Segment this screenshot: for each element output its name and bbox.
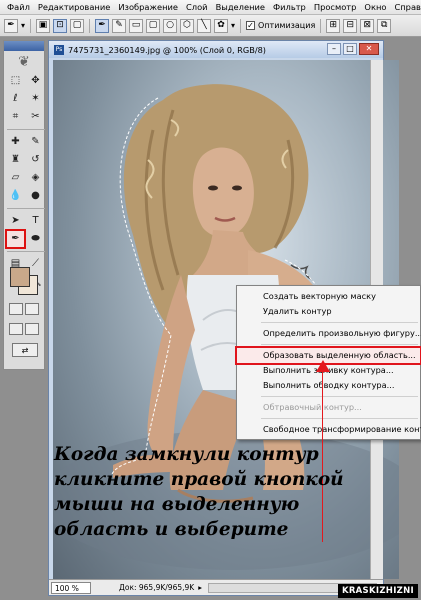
line-icon[interactable]: ╲: [197, 18, 212, 33]
divider: [30, 18, 32, 33]
menu-item-delete-path[interactable]: Удалить контур: [237, 304, 420, 319]
menu-window[interactable]: Окно: [360, 2, 390, 12]
status-bar: 100 % Док: 965,9K/965,9K ▸: [49, 579, 383, 595]
clone-stamp-tool-icon[interactable]: ♜: [7, 152, 24, 168]
tutorial-caption: Когда замкнули контур кликните правой кн…: [54, 444, 344, 540]
divider: [7, 208, 45, 209]
menu-item-stroke-path[interactable]: Выполнить обводку контура...: [237, 378, 420, 393]
window-controls: – □ ✕: [327, 43, 379, 55]
menu-item-clipping-path: Обтравочный контур...: [263, 402, 362, 412]
photoshop-doc-icon: Ps: [54, 44, 64, 55]
feather-logo-icon: ❦: [18, 54, 30, 70]
zoom-field[interactable]: 100 %: [51, 581, 91, 594]
add-to-path-icon[interactable]: ⊞: [326, 18, 341, 33]
maximize-icon[interactable]: □: [343, 43, 357, 55]
close-icon[interactable]: ✕: [359, 43, 379, 55]
ellipse-icon[interactable]: ○: [163, 18, 178, 33]
menu-image[interactable]: Изображение: [114, 2, 182, 12]
dodge-tool-icon[interactable]: ●: [27, 188, 44, 204]
menu-item-create-vector-mask[interactable]: Создать векторную маску: [237, 289, 420, 304]
minimize-icon[interactable]: –: [327, 43, 341, 55]
menu-separator: [261, 344, 418, 345]
divider: [7, 129, 45, 130]
menu-layer[interactable]: Слой: [182, 2, 212, 12]
menu-bar: Файл Редактирование Изображение Слой Выд…: [0, 0, 421, 15]
menu-help[interactable]: Справка: [390, 2, 421, 12]
history-brush-tool-icon[interactable]: ↺: [27, 152, 44, 168]
divider: [7, 251, 45, 252]
preset-dropdown-arrow-icon[interactable]: ▾: [21, 21, 25, 30]
menu-item-free-transform-path[interactable]: Свободное трансформирование контура: [237, 422, 421, 437]
custom-shape-icon[interactable]: ✿: [214, 18, 229, 33]
quick-mask-mode-icon[interactable]: [25, 303, 39, 315]
pen-tool-icon[interactable]: ✒: [5, 229, 26, 249]
eraser-tool-icon[interactable]: ▱: [7, 170, 24, 186]
move-tool-icon[interactable]: ✥: [27, 73, 44, 89]
jump-to-imageready-icon[interactable]: ⇄: [12, 343, 38, 357]
menu-separator: [261, 396, 418, 397]
magic-wand-tool-icon[interactable]: ✶: [27, 91, 44, 107]
standard-mode-icon[interactable]: [9, 303, 23, 315]
menu-item-define-custom-shape[interactable]: Определить произвольную фигуру...: [237, 326, 421, 341]
optimize-checkbox[interactable]: ✓: [246, 21, 256, 30]
full-screen-icon[interactable]: [25, 323, 39, 335]
document-title: 7475731_2360149.jpg @ 100% (Слой 0, RGB/…: [68, 44, 266, 55]
lasso-tool-icon[interactable]: ℓ: [7, 91, 24, 107]
intersect-path-icon[interactable]: ⊠: [360, 18, 375, 33]
healing-brush-tool-icon[interactable]: ✚: [7, 134, 24, 150]
slice-tool-icon[interactable]: ✂: [27, 109, 44, 125]
crop-tool-icon[interactable]: ⌗: [7, 109, 24, 125]
exclude-path-icon[interactable]: ⧉: [377, 18, 392, 33]
shape-layers-icon[interactable]: ▣: [36, 18, 51, 33]
paint-bucket-tool-icon[interactable]: ◈: [27, 170, 44, 186]
menu-separator: [261, 418, 418, 419]
marquee-tool-icon[interactable]: ⬚: [7, 73, 24, 89]
subtract-path-icon[interactable]: ⊟: [343, 18, 358, 33]
pen-icon[interactable]: ✒: [95, 18, 110, 33]
paths-mode-icon[interactable]: ⊡: [53, 18, 68, 33]
divider: [240, 18, 242, 33]
status-arrow-icon[interactable]: ▸: [198, 583, 202, 592]
type-tool-icon[interactable]: T: [27, 213, 44, 229]
ellipse-shape-tool-icon[interactable]: ⬬: [27, 231, 44, 247]
tools-panel-header[interactable]: [4, 41, 44, 51]
rounded-rectangle-icon[interactable]: ▢: [146, 18, 161, 33]
standard-screen-icon[interactable]: [9, 323, 23, 335]
tools-panel: ❦ ⬚ ✥ ℓ ✶ ⌗ ✂ ✚ ✎ ♜ ↺ ▱ ◈ 💧 ● ➤ T ✒ ⬬ ▤ …: [3, 40, 45, 370]
shape-options-arrow-icon[interactable]: ▾: [231, 21, 235, 30]
menu-view[interactable]: Просмотр: [310, 2, 361, 12]
blur-tool-icon[interactable]: 💧: [7, 188, 24, 204]
annotation-arrowhead: [316, 360, 330, 372]
menu-edit[interactable]: Редактирование: [34, 2, 114, 12]
freeform-pen-icon[interactable]: ✎: [112, 18, 127, 33]
options-bar: ✒ ▾ ▣ ⊡ ▢ ✒ ✎ ▭ ▢ ○ ⬡ ╲ ✿ ▾ ✓ Оптимизаци…: [0, 15, 421, 37]
path-selection-tool-icon[interactable]: ➤: [7, 213, 24, 229]
quick-mask-toggle: [9, 303, 41, 315]
menu-separator: [261, 322, 418, 323]
menu-filter[interactable]: Фильтр: [269, 2, 310, 12]
divider: [89, 18, 91, 33]
fill-pixels-icon[interactable]: ▢: [70, 18, 85, 33]
optimize-label: Оптимизация: [258, 21, 316, 30]
rectangle-icon[interactable]: ▭: [129, 18, 144, 33]
doc-size-info: Док: 965,9K/965,9K: [119, 583, 195, 592]
divider: [320, 18, 322, 33]
foreground-color-swatch[interactable]: [10, 267, 30, 287]
menu-file[interactable]: Файл: [3, 2, 34, 12]
tools-grid: ⬚ ✥ ℓ ✶ ⌗ ✂ ✚ ✎ ♜ ↺ ▱ ◈ 💧 ● ➤ T ✒ ⬬ ▤ ⟋ …: [4, 73, 45, 290]
menu-select[interactable]: Выделение: [212, 2, 269, 12]
screen-mode-toggle: [9, 323, 41, 335]
pen-tool-preset-icon[interactable]: ✒: [4, 18, 18, 33]
face: [192, 147, 254, 238]
site-watermark: KRASKIZHIZNI: [337, 584, 418, 598]
document-title-bar[interactable]: Ps 7475731_2360149.jpg @ 100% (Слой 0, R…: [49, 41, 383, 58]
polygon-icon[interactable]: ⬡: [180, 18, 195, 33]
brush-tool-icon[interactable]: ✎: [27, 134, 44, 150]
